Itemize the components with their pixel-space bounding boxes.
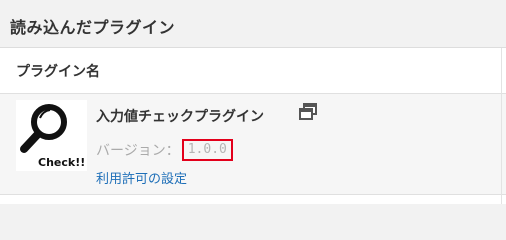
version-row: バージョン： 1.0.0 (96, 139, 233, 161)
column-header-plugin-name: プラグイン名 (16, 64, 100, 80)
version-label: バージョン： (96, 143, 180, 159)
version-value: 1.0.0 (181, 139, 233, 161)
magnifier-check-icon: Check!! (20, 104, 85, 169)
external-window-icon[interactable] (298, 103, 318, 121)
thumbnail-text: Check!! (38, 156, 85, 169)
page-title: 読み込んだプラグイン (10, 18, 176, 37)
table-header: プラグイン名 (0, 48, 506, 94)
plugin-thumbnail: Check!! (16, 100, 87, 171)
table-row: Check!! 入力値チェックプラグイン バージョン： 1.0.0 利用許可の設定 (0, 94, 506, 195)
license-settings-link[interactable]: 利用許可の設定 (96, 168, 187, 187)
plugin-name: 入力値チェックプラグイン (96, 109, 264, 125)
plugin-table: プラグイン名 Check!! 入力値チェックプラグイン バージョン： 1.0.0 … (0, 47, 506, 204)
